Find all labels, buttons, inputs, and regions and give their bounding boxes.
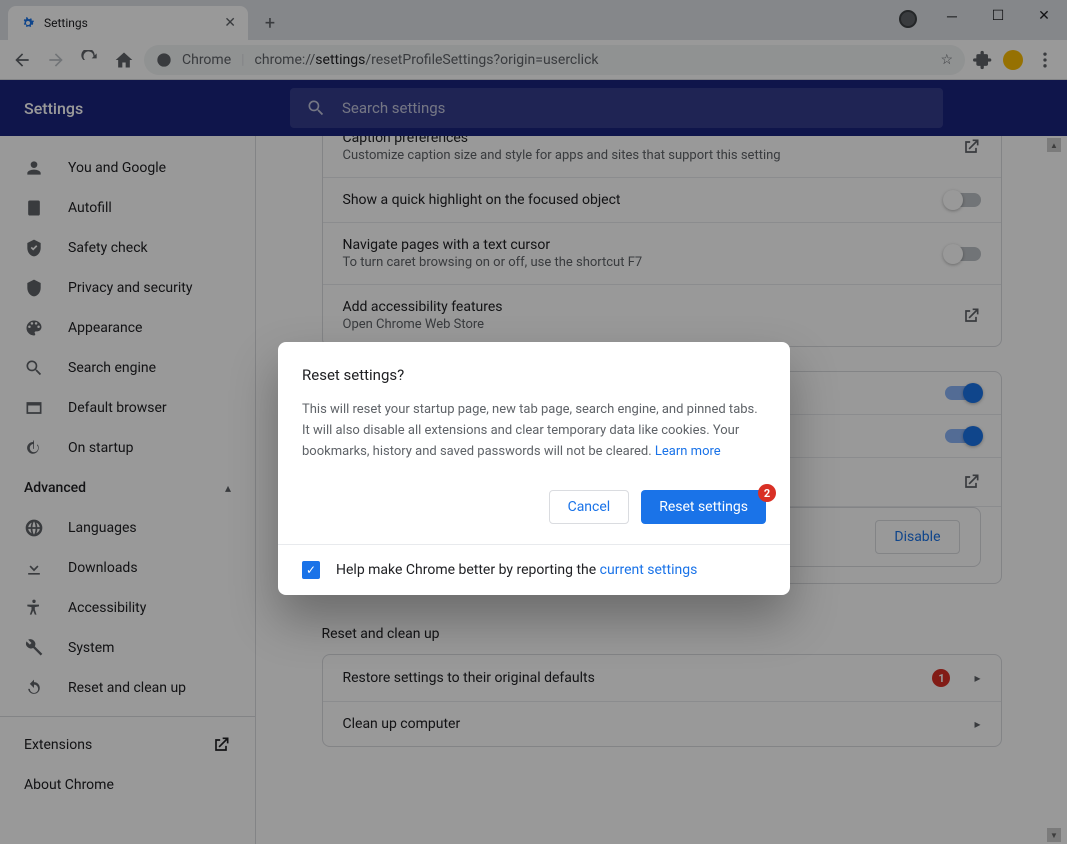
current-settings-link[interactable]: current settings	[600, 562, 698, 578]
cancel-button[interactable]: Cancel	[549, 490, 630, 524]
dialog-body-text: This will reset your startup page, new t…	[302, 400, 766, 462]
dialog-title: Reset settings?	[302, 366, 766, 384]
reset-settings-button[interactable]: Reset settings2	[641, 490, 766, 524]
annotation-badge-2: 2	[758, 484, 776, 502]
reset-settings-dialog: Reset settings? This will reset your sta…	[278, 342, 790, 595]
dialog-footer: ✓ Help make Chrome better by reporting t…	[278, 544, 790, 595]
report-settings-checkbox[interactable]: ✓	[302, 561, 320, 579]
learn-more-link[interactable]: Learn more	[655, 444, 721, 459]
